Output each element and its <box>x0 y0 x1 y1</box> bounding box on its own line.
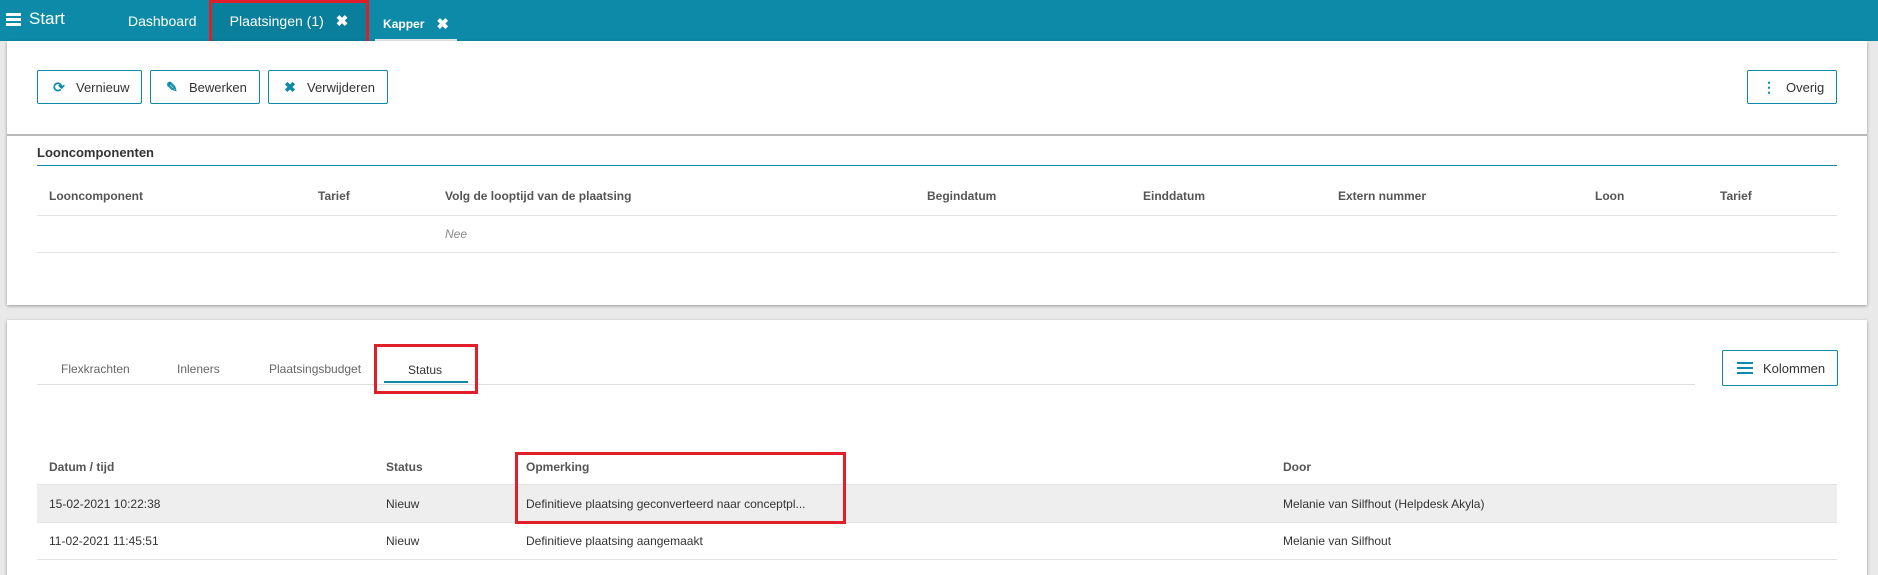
close-icon[interactable]: ✖ <box>336 12 349 30</box>
refresh-button-label: Vernieuw <box>76 79 130 95</box>
status-panel: Flexkrachten Inleners Plaatsingsbudget S… <box>7 320 1867 575</box>
column-header[interactable]: Door <box>1283 460 1311 474</box>
hamburger-menu-icon <box>6 12 21 26</box>
tab-status[interactable]: Status <box>408 363 442 377</box>
column-header[interactable]: Datum / tijd <box>49 460 114 474</box>
pencil-icon: ✎ <box>166 78 178 95</box>
column-header[interactable]: Status <box>386 460 423 474</box>
tab-dashboard[interactable]: Dashboard <box>128 0 197 41</box>
active-tab-indicator <box>384 381 468 383</box>
start-label: Start <box>29 9 65 28</box>
toolbar-divider <box>7 134 1867 136</box>
column-header[interactable]: Looncomponent <box>49 189 143 203</box>
columns-button-label: Kolommen <box>1763 360 1826 376</box>
placement-detail-panel: ⟳ Vernieuw ✎ Bewerken ✖ Verwijderen ⋮ Ov… <box>7 41 1867 305</box>
more-options-label: Overig <box>1786 79 1825 95</box>
table-row[interactable] <box>37 485 1837 522</box>
table-cell-by: Melanie van Silfhout (Helpdesk Akyla) <box>1283 497 1485 511</box>
table-divider <box>37 252 1837 253</box>
delete-button[interactable]: ✖ Verwijderen <box>268 70 388 104</box>
looncomponenten-title: Looncomponenten <box>37 145 154 160</box>
table-cell-remark: Definitieve plaatsing geconverteerd naar… <box>526 497 806 511</box>
close-icon[interactable]: ✖ <box>436 15 449 33</box>
table-cell-follow-duration: Nee <box>445 227 468 241</box>
column-header[interactable]: Volg de looptijd van de plaatsing <box>445 189 631 203</box>
delete-button-label: Verwijderen <box>307 79 375 95</box>
table-cell-datetime: 15-02-2021 10:22:38 <box>49 497 161 511</box>
refresh-button[interactable]: ⟳ Vernieuw <box>37 70 143 104</box>
table-cell-status: Nieuw <box>386 497 420 511</box>
table-cell-by: Melanie van Silfhout <box>1283 534 1392 548</box>
section-divider <box>37 165 1837 166</box>
tab-dashboard-label: Dashboard <box>128 12 197 29</box>
column-header[interactable]: Begindatum <box>927 189 996 203</box>
tab-plaatsingen[interactable]: Plaatsingen (1) ✖ <box>212 0 366 41</box>
tab-kapper[interactable]: Kapper ✖ <box>375 8 457 41</box>
column-header[interactable]: Tarief <box>318 189 350 203</box>
columns-button[interactable]: Kolommen <box>1722 350 1839 386</box>
top-navigation-bar: Start Dashboard Plaatsingen (1) ✖ Kapper… <box>0 0 1878 41</box>
tab-kapper-label: Kapper <box>383 16 425 31</box>
column-header[interactable]: Einddatum <box>1143 189 1205 203</box>
column-header[interactable]: Loon <box>1595 189 1624 203</box>
tab-plaatsingsbudget[interactable]: Plaatsingsbudget <box>269 362 361 376</box>
column-header[interactable]: Tarief <box>1720 189 1752 203</box>
table-cell-status: Nieuw <box>386 534 420 548</box>
list-icon <box>1737 362 1753 374</box>
table-divider <box>37 522 1837 523</box>
edit-button-label: Bewerken <box>189 79 247 95</box>
tab-flexkrachten[interactable]: Flexkrachten <box>61 362 130 376</box>
refresh-icon: ⟳ <box>53 78 65 95</box>
table-divider <box>37 559 1837 560</box>
tab-inleners[interactable]: Inleners <box>177 362 220 376</box>
column-header[interactable]: Opmerking <box>526 460 589 474</box>
table-divider <box>37 215 1837 216</box>
delete-x-icon: ✖ <box>284 78 296 95</box>
edit-button[interactable]: ✎ Bewerken <box>150 70 260 104</box>
table-cell-datetime: 11-02-2021 11:45:51 <box>49 534 159 548</box>
vertical-dots-icon: ⋮ <box>1762 78 1776 95</box>
more-options-button[interactable]: ⋮ Overig <box>1747 70 1838 104</box>
column-header[interactable]: Extern nummer <box>1338 189 1426 203</box>
table-cell-remark: Definitieve plaatsing aangemaakt <box>526 534 703 548</box>
start-menu-button[interactable]: Start <box>6 8 65 30</box>
subtabs-divider <box>37 384 1695 385</box>
tab-plaatsingen-label: Plaatsingen (1) <box>229 12 324 29</box>
